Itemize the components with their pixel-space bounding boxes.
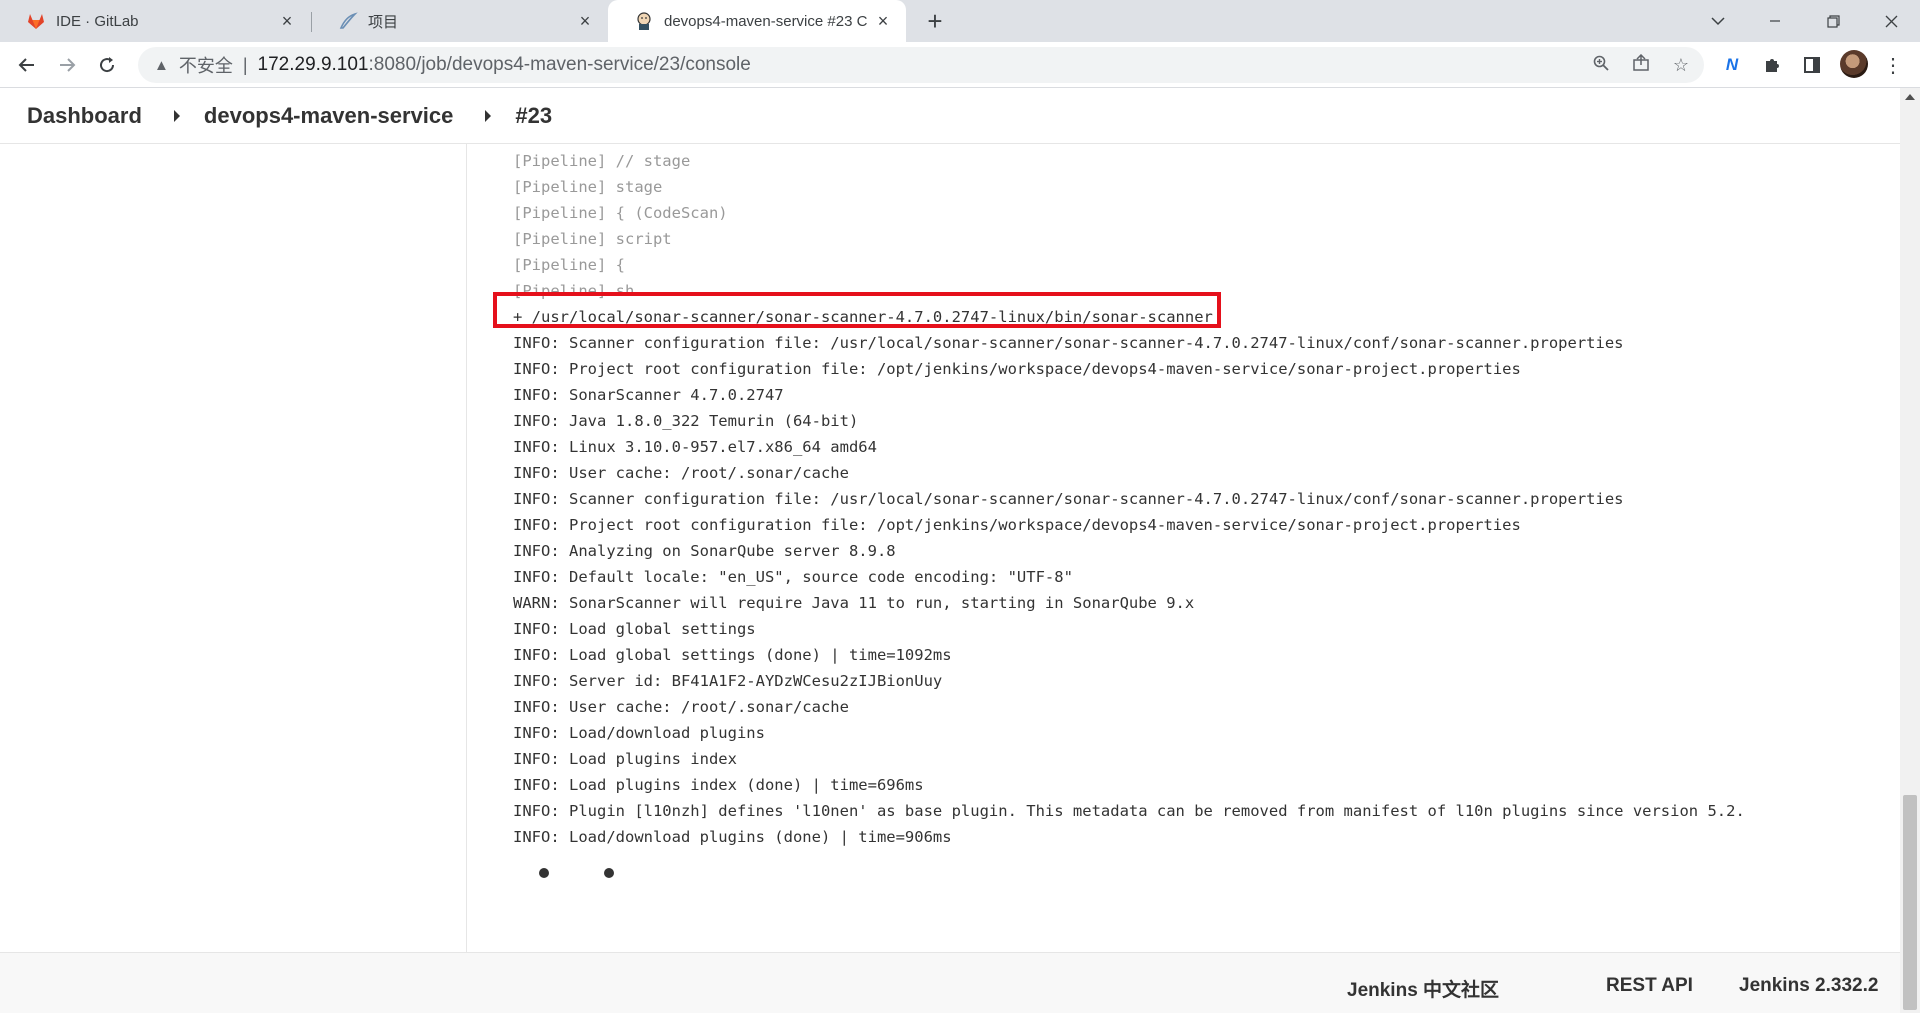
url-path: :8080/job/devops4-maven-service/23/conso…	[368, 54, 751, 75]
tab-title: 项目	[368, 13, 399, 31]
back-button[interactable]	[12, 50, 42, 80]
console-line: INFO: Plugin [l10nzh] defines 'l10nen' a…	[513, 802, 1745, 820]
console-line: INFO: Project root configuration file: /…	[513, 516, 1521, 534]
reload-button[interactable]	[92, 50, 122, 80]
tab-strip: IDE · GitLab × 项目 × devops4-maven-servic…	[0, 0, 1920, 42]
close-window-button[interactable]	[1868, 0, 1914, 42]
console-line: INFO: User cache: /root/.sonar/cache	[513, 464, 849, 482]
avatar[interactable]	[1840, 50, 1868, 78]
arrow-right-icon	[60, 58, 76, 72]
reload-icon	[100, 57, 115, 73]
close-icon[interactable]: ×	[576, 12, 594, 30]
close-icon[interactable]: ×	[874, 12, 892, 30]
close-icon[interactable]: ×	[278, 12, 296, 30]
console-line: INFO: Linux 3.10.0-957.el7.x86_64 amd64	[513, 438, 877, 456]
chevron-down-icon	[1711, 17, 1725, 26]
console-line: [Pipeline] stage	[513, 178, 663, 196]
breadcrumb-chevron-icon[interactable]	[485, 109, 492, 122]
zoom-icon[interactable]	[1590, 54, 1612, 76]
menu-kebab-icon[interactable]: ⋮	[1878, 50, 1908, 80]
console-line: INFO: Project root configuration file: /…	[513, 360, 1521, 378]
extension-n-icon[interactable]: N	[1717, 50, 1747, 80]
highlight-annotation	[493, 292, 1221, 328]
breadcrumb: Dashboard devops4-maven-service #23	[0, 88, 1900, 144]
console-line: WARN: SonarScanner will require Java 11 …	[513, 594, 1195, 612]
url-host: 172.29.9.101	[257, 54, 369, 75]
breadcrumb-build[interactable]: #23	[515, 103, 552, 129]
console-line: INFO: Default locale: "en_US", source co…	[513, 568, 1073, 586]
console-line: INFO: Load plugins index (done) | time=6…	[513, 776, 924, 794]
console-line: INFO: Load/download plugins	[513, 724, 765, 742]
restore-icon	[1826, 14, 1840, 28]
side-panel	[0, 144, 467, 952]
progress-spinner-dot	[604, 868, 614, 878]
gitlab-icon	[28, 14, 44, 29]
console-line: INFO: User cache: /root/.sonar/cache	[513, 698, 849, 716]
scroll-up-arrow-icon[interactable]	[1905, 94, 1915, 100]
page-scrollbar[interactable]	[1900, 88, 1920, 1013]
footer-version-link[interactable]: Jenkins 2.332.2	[1739, 975, 1878, 997]
tab-title: devops4-maven-service #23 C	[664, 12, 868, 30]
console-output: [Pipeline] // stage [Pipeline] stage [Pipe…	[513, 144, 1893, 952]
address-divider: |	[242, 54, 248, 75]
forward-button[interactable]	[52, 50, 82, 80]
console-line: INFO: Scanner configuration file: /usr/l…	[513, 334, 1624, 352]
footer-rest-api-link[interactable]: REST API	[1606, 975, 1693, 997]
extensions-puzzle-icon[interactable]	[1757, 50, 1787, 80]
scroll-thumb[interactable]	[1903, 795, 1917, 1010]
console-line: INFO: Load global settings (done) | time…	[513, 646, 952, 664]
share-icon[interactable]	[1630, 53, 1652, 76]
tab-gitlab[interactable]: IDE · GitLab ×	[0, 0, 310, 42]
breadcrumb-chevron-icon[interactable]	[173, 109, 180, 122]
console-line: [Pipeline] script	[513, 230, 672, 248]
url-text[interactable]: 172.29.9.101:8080/job/devops4-maven-serv…	[258, 54, 751, 76]
warning-icon[interactable]: ▲	[154, 57, 169, 74]
console-line: [Pipeline] { (CodeScan)	[513, 204, 728, 222]
breadcrumb-dashboard[interactable]: Dashboard	[27, 103, 142, 129]
tab-jenkins-console[interactable]: devops4-maven-service #23 C ×	[608, 0, 906, 42]
arrow-left-icon	[18, 58, 34, 72]
console-line: INFO: Load global settings	[513, 620, 756, 638]
console-line: INFO: Load plugins index	[513, 750, 737, 768]
page-footer: Jenkins 中文社区 REST API Jenkins 2.332.2	[0, 952, 1900, 1013]
side-panel-icon[interactable]	[1797, 50, 1827, 80]
address-bar[interactable]: ▲ 不安全 | 172.29.9.101:8080/job/devops4-ma…	[138, 47, 1704, 83]
security-label[interactable]: 不安全	[179, 52, 233, 78]
breadcrumb-job[interactable]: devops4-maven-service	[204, 103, 453, 129]
progress-spinner-dot	[539, 868, 549, 878]
tab-title: IDE · GitLab	[56, 12, 139, 30]
footer-community-link[interactable]: Jenkins 中文社区	[1347, 975, 1499, 1002]
close-icon	[1885, 15, 1897, 27]
tab-project[interactable]: 项目 ×	[312, 0, 608, 42]
console-line: INFO: Scanner configuration file: /usr/l…	[513, 490, 1624, 508]
console-line: [Pipeline] // stage	[513, 152, 691, 170]
restore-button[interactable]	[1810, 0, 1856, 42]
console-line: INFO: Java 1.8.0_322 Temurin (64-bit)	[513, 412, 859, 430]
minimize-button[interactable]	[1752, 0, 1798, 42]
console-line: [Pipeline] {	[513, 256, 625, 274]
console-line: INFO: Analyzing on SonarQube server 8.9.…	[513, 542, 896, 560]
console-line: INFO: Server id: BF41A1F2-AYDzWCesu2zIJB…	[513, 672, 943, 690]
tab-search-button[interactable]	[1695, 0, 1741, 42]
console-line: INFO: Load/download plugins (done) | tim…	[513, 828, 952, 846]
jenkins-icon	[637, 12, 651, 30]
new-tab-button[interactable]: +	[921, 8, 949, 36]
browser-toolbar: ▲ 不安全 | 172.29.9.101:8080/job/devops4-ma…	[0, 42, 1920, 88]
bookmark-star-icon[interactable]: ☆	[1670, 54, 1692, 76]
console-line: INFO: SonarScanner 4.7.0.2747	[513, 386, 784, 404]
feather-icon	[339, 12, 358, 29]
minimize-icon	[1770, 20, 1780, 22]
